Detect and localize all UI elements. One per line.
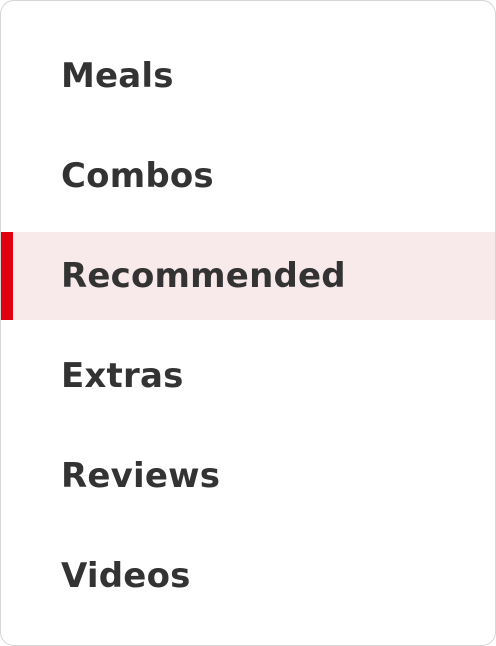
menu-item-extras[interactable]: Extras [1,326,495,426]
menu-item-label: Extras [61,356,184,396]
menu-item-label: Meals [61,56,174,96]
menu-item-label: Combos [61,156,214,196]
menu-item-label: Reviews [61,456,221,496]
active-indicator [1,232,13,320]
category-list: Meals Combos Recommended Extras Reviews … [1,26,495,626]
menu-item-label: Videos [61,556,191,596]
menu-item-reviews[interactable]: Reviews [1,426,495,526]
menu-item-recommended[interactable]: Recommended [1,232,495,320]
category-menu: Meals Combos Recommended Extras Reviews … [0,0,496,646]
menu-item-combos[interactable]: Combos [1,126,495,226]
menu-item-videos[interactable]: Videos [1,526,495,626]
menu-item-meals[interactable]: Meals [1,26,495,126]
menu-item-label: Recommended [61,256,346,296]
